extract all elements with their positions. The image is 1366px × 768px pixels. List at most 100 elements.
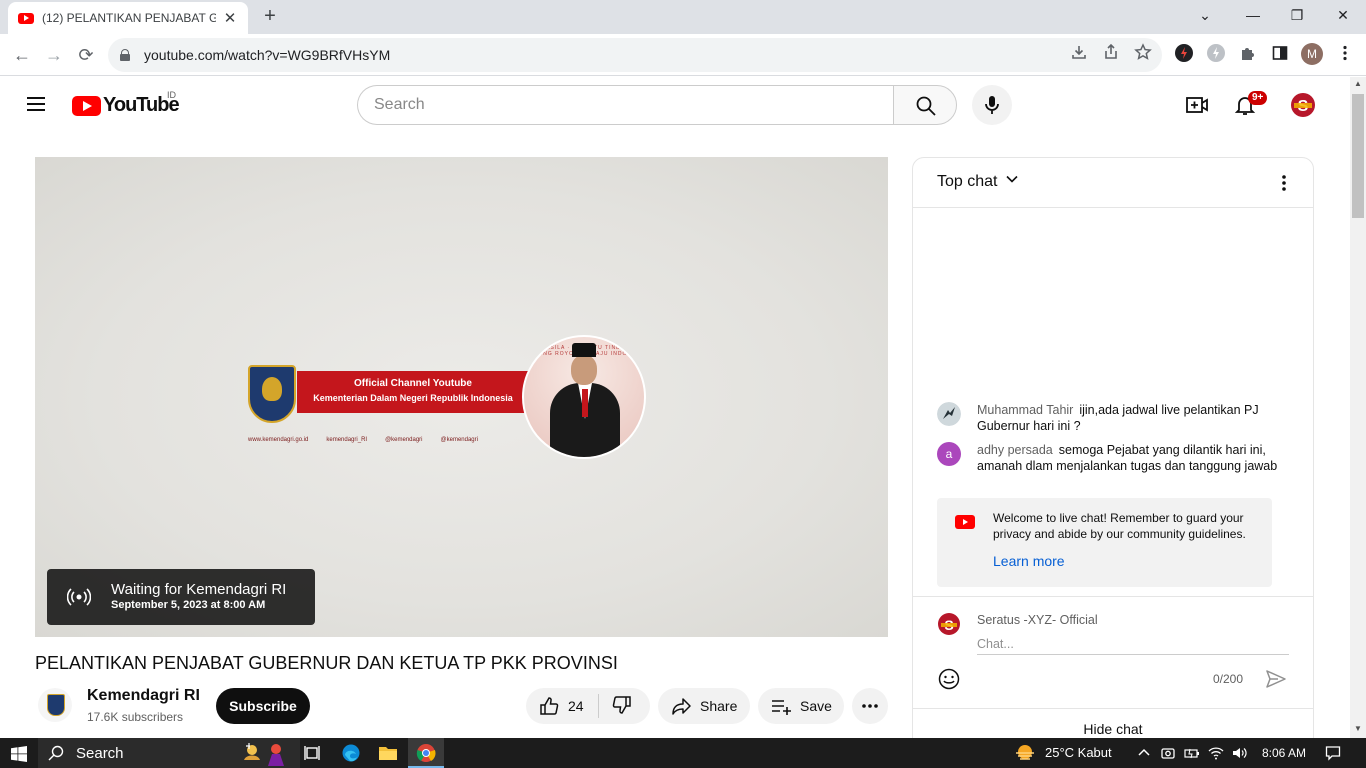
notification-center-icon[interactable] xyxy=(1325,745,1341,761)
chat-options-icon[interactable] xyxy=(1279,172,1289,194)
chat-author-name[interactable]: Muhammad Tahir xyxy=(977,403,1073,417)
forward-button[interactable]: → xyxy=(41,42,67,68)
new-tab-button[interactable]: + xyxy=(260,6,280,26)
search-highlight-icon xyxy=(244,743,284,766)
close-window-button[interactable]: ✕ xyxy=(1328,4,1358,26)
restore-button[interactable]: ❐ xyxy=(1282,4,1312,26)
microphone-icon xyxy=(985,96,999,114)
dislike-button[interactable] xyxy=(599,694,633,719)
banner-social-links: www.kemendagri.go.id kemendagri_RI @keme… xyxy=(248,437,528,443)
taskbar-search[interactable]: Search xyxy=(38,738,300,768)
send-icon[interactable] xyxy=(1265,668,1287,690)
reload-button[interactable]: ⟳ xyxy=(73,42,99,68)
portrait-cap xyxy=(572,343,596,357)
extension-2-icon[interactable] xyxy=(1207,44,1225,62)
bookmark-star-icon[interactable] xyxy=(1134,43,1152,61)
battery-icon[interactable] xyxy=(1184,745,1200,761)
search-icon xyxy=(916,96,936,116)
minimize-button[interactable]: — xyxy=(1238,4,1268,26)
banner-website: www.kemendagri.go.id xyxy=(248,437,309,443)
windows-start-icon[interactable] xyxy=(11,746,27,762)
share-label: Share xyxy=(700,698,738,714)
weather-haze-icon[interactable] xyxy=(1014,744,1036,762)
video-player[interactable]: Official Channel Youtube Kementerian Dal… xyxy=(35,157,888,637)
channel-avatar[interactable] xyxy=(38,688,72,722)
share-button[interactable]: Share xyxy=(658,688,750,724)
live-broadcast-icon xyxy=(67,588,91,606)
chevron-down-icon[interactable] xyxy=(1005,172,1019,186)
profile-avatar[interactable]: M xyxy=(1301,43,1323,65)
wifi-icon[interactable] xyxy=(1208,745,1224,761)
volume-icon[interactable] xyxy=(1231,745,1247,761)
more-actions-button[interactable] xyxy=(852,688,888,724)
chrome-icon xyxy=(416,744,436,762)
weather-text[interactable]: 25°C Kabut xyxy=(1045,745,1112,760)
portrait-tie xyxy=(582,389,588,417)
scrollbar-thumb[interactable] xyxy=(1352,94,1364,218)
show-hidden-icons-icon[interactable] xyxy=(1136,745,1152,761)
chrome-menu-icon[interactable] xyxy=(1336,44,1354,62)
waiting-overlay: Waiting for Kemendagri RI September 5, 2… xyxy=(47,569,315,625)
create-video-icon[interactable] xyxy=(1185,93,1209,117)
camera-icon[interactable] xyxy=(1160,745,1176,761)
back-button[interactable]: ← xyxy=(9,42,35,68)
tab-close-icon[interactable]: ✕ xyxy=(222,9,238,27)
chat-author-avatar[interactable]: a xyxy=(937,442,961,466)
learn-more-link[interactable]: Learn more xyxy=(993,553,1065,569)
clock-time[interactable]: 8:06 AM xyxy=(1262,746,1306,760)
char-counter: 0/200 xyxy=(1213,672,1244,686)
search-button[interactable] xyxy=(893,85,957,125)
live-chat-panel: Top chat Muhammad Tahir ijin,ada jadwal l… xyxy=(912,157,1314,747)
banner-instagram: @kemendagri xyxy=(385,437,423,443)
chat-mode-selector[interactable]: Top chat xyxy=(937,173,997,191)
chat-input[interactable] xyxy=(977,633,1289,655)
edge-browser-icon[interactable] xyxy=(341,743,361,763)
windows-taskbar: Search 25°C Kabut 8:06 AM xyxy=(0,738,1366,768)
banner-facebook: kemendagri_RI xyxy=(326,437,368,443)
extensions-puzzle-icon[interactable] xyxy=(1239,44,1257,62)
subscribe-button[interactable]: Subscribe xyxy=(216,688,310,724)
account-avatar[interactable]: S xyxy=(1290,90,1316,120)
install-app-icon[interactable] xyxy=(1070,43,1088,61)
chat-welcome-banner: Welcome to live chat! Remember to guard … xyxy=(937,498,1272,587)
tab-search-dropdown-icon[interactable]: ⌄ xyxy=(1190,4,1220,26)
task-view-icon[interactable] xyxy=(302,743,322,763)
waiting-date: September 5, 2023 at 8:00 AM xyxy=(111,599,266,611)
guide-menu-icon[interactable] xyxy=(27,97,45,111)
address-bar[interactable]: youtube.com/watch?v=WG9BRfVHsYM xyxy=(108,38,1162,72)
browser-tab[interactable]: (12) PELANTIKAN PENJABAT GUBERNUR DAN KE… xyxy=(8,2,248,34)
banner-twitter: @kemendagri xyxy=(440,437,478,443)
like-count: 24 xyxy=(568,698,584,714)
scroll-up-arrow[interactable]: ▲ xyxy=(1352,78,1364,90)
taskbar-active-app[interactable] xyxy=(408,738,444,768)
youtube-play-icon xyxy=(72,95,101,116)
share-arrow-icon xyxy=(672,698,691,715)
side-panel-icon[interactable] xyxy=(1271,44,1289,62)
file-explorer-icon[interactable] xyxy=(378,743,398,763)
subscriber-count: 17.6K subscribers xyxy=(87,710,184,724)
scroll-down-arrow[interactable]: ▼ xyxy=(1352,723,1364,735)
current-user-name: Seratus -XYZ- Official xyxy=(977,613,1098,627)
kemendagri-emblem-icon xyxy=(248,365,296,423)
banner-line-2: Kementerian Dalam Negeri Republik Indone… xyxy=(313,393,513,403)
emoji-picker-icon[interactable] xyxy=(937,667,961,691)
youtube-play-icon xyxy=(955,515,975,529)
youtube-logo[interactable]: YouTube ID xyxy=(72,90,180,117)
channel-name[interactable]: Kemendagri RI xyxy=(87,687,200,705)
voice-search-button[interactable] xyxy=(972,85,1012,125)
browser-tab-strip: (12) PELANTIKAN PENJABAT GUBERNUR DAN KE… xyxy=(0,0,1366,34)
welcome-text: Welcome to live chat! Remember to guard … xyxy=(993,511,1246,541)
region-code: ID xyxy=(167,90,176,100)
lock-icon[interactable] xyxy=(120,49,130,61)
save-button[interactable]: Save xyxy=(758,688,844,724)
banner-line-1: Official Channel Youtube xyxy=(354,378,472,389)
like-button[interactable]: 24 xyxy=(526,695,598,717)
search-input[interactable]: Search xyxy=(357,85,894,125)
youtube-favicon-icon xyxy=(18,12,34,24)
chat-author-avatar[interactable] xyxy=(937,402,961,426)
thumbs-down-icon xyxy=(612,695,631,714)
extension-1-icon[interactable] xyxy=(1175,44,1193,62)
chat-author-name[interactable]: adhy persada xyxy=(977,443,1053,457)
share-page-icon[interactable] xyxy=(1102,43,1120,61)
notifications-badge: 9+ xyxy=(1248,91,1268,105)
